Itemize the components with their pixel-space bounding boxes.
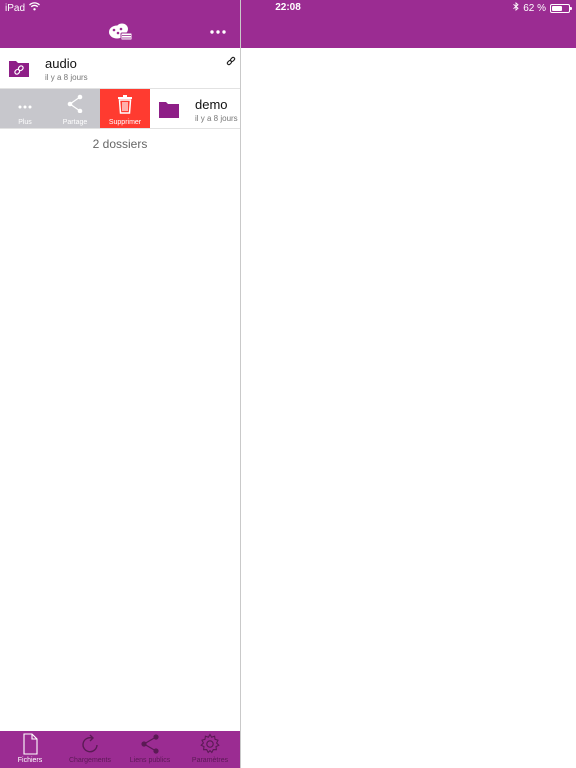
share-icon xyxy=(141,734,159,754)
tab-chargements[interactable]: Chargements xyxy=(60,731,120,768)
file-icon xyxy=(23,733,38,755)
share-icon xyxy=(67,94,83,113)
battery-level xyxy=(552,5,562,11)
item-title: demo xyxy=(195,97,228,112)
bluetooth-icon xyxy=(513,2,519,14)
status-bar: iPad 22:08 62 % xyxy=(0,0,576,16)
tab-fichiers[interactable]: Fichiers xyxy=(0,731,60,768)
status-time: 22:08 xyxy=(275,2,301,13)
delete-action-button[interactable]: Supprimer xyxy=(100,89,150,128)
navigation-header: iPad 22:08 62 % xyxy=(0,0,576,48)
swiped-item-content[interactable]: demo il y a 8 jours xyxy=(150,89,240,128)
app-screen: iPad 22:08 62 % audio il y a 8 jours Plu… xyxy=(0,0,576,768)
battery-percent: 62 % xyxy=(523,2,546,14)
more-icon xyxy=(210,30,226,34)
item-title: audio xyxy=(45,56,77,71)
file-list: audio il y a 8 jours Plus Partage Suppri… xyxy=(0,48,240,129)
tab-liens-publics[interactable]: Liens publics xyxy=(120,731,180,768)
swipe-actions: Plus Partage Supprimer xyxy=(0,89,150,128)
more-button[interactable] xyxy=(206,22,230,40)
split-divider xyxy=(240,0,241,768)
list-item[interactable]: audio il y a 8 jours xyxy=(0,48,240,89)
more-action-button[interactable]: Plus xyxy=(0,89,50,128)
item-date: il y a 8 jours xyxy=(45,73,88,82)
folder-count: 2 dossiers xyxy=(92,137,148,151)
cloud-logo-icon[interactable] xyxy=(106,20,134,42)
battery-tip xyxy=(570,6,572,10)
gear-icon xyxy=(200,733,220,754)
tab-parametres[interactable]: Paramètres xyxy=(180,731,240,768)
item-date: il y a 8 jours xyxy=(195,114,238,123)
tab-bar: Fichiers Chargements Liens publics Param… xyxy=(0,731,240,768)
shared-folder-icon xyxy=(8,58,30,78)
status-right: 62 % xyxy=(513,2,572,14)
more-icon xyxy=(18,105,32,109)
tab-label: Chargements xyxy=(68,757,112,764)
link-icon xyxy=(226,53,236,66)
list-item-swiped[interactable]: Plus Partage Supprimer demo il y a 8 jou… xyxy=(0,89,240,129)
tab-label: Liens publics xyxy=(129,757,171,764)
refresh-icon xyxy=(82,734,98,753)
battery-icon xyxy=(550,3,572,13)
delete-action-label: Supprimer xyxy=(108,119,142,126)
folder-icon xyxy=(158,99,180,119)
tab-label: Fichiers xyxy=(17,757,43,764)
share-action-label: Partage xyxy=(62,119,88,126)
share-action-button[interactable]: Partage xyxy=(50,89,100,128)
more-action-label: Plus xyxy=(18,119,32,126)
trash-icon xyxy=(118,95,132,114)
tab-label: Paramètres xyxy=(191,757,229,764)
